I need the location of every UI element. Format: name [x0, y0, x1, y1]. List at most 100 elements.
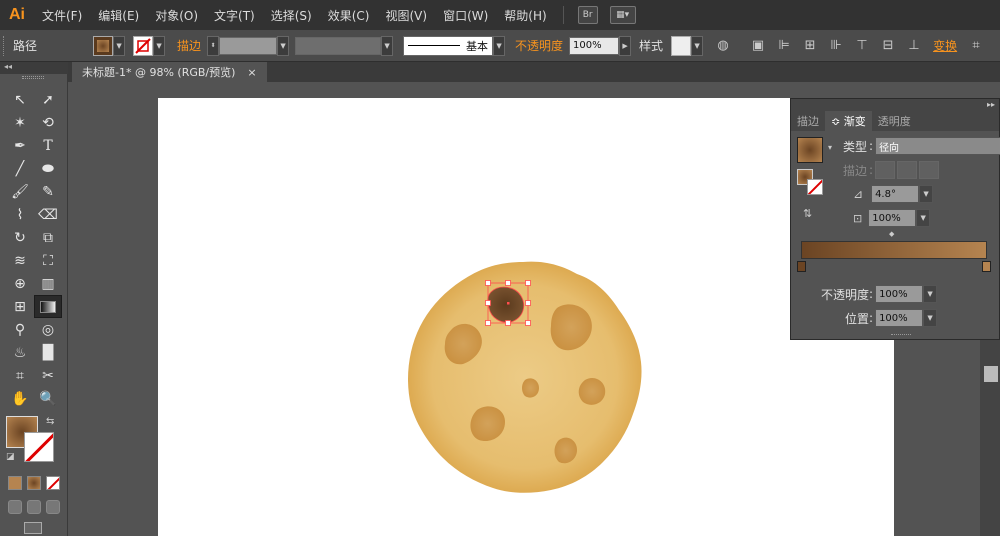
stroke-across-icon[interactable]	[919, 161, 940, 179]
bridge-button[interactable]: Br	[577, 6, 598, 24]
align-center-icon[interactable]: ⊞	[800, 36, 820, 56]
stroke-weight-stepper[interactable]: ⬍	[207, 35, 220, 56]
gradient-slider[interactable]	[801, 241, 987, 259]
transform-label[interactable]: 变换	[933, 37, 957, 54]
aspect-ratio-field[interactable]: 100%	[868, 209, 917, 227]
panel-collapse-icon[interactable]: ▸▸	[987, 100, 995, 109]
swap-icon[interactable]: ⇆	[46, 416, 54, 427]
default-colors-icon[interactable]: ◪	[6, 452, 15, 462]
menu-edit[interactable]: 编辑(E)	[90, 7, 147, 24]
eyedropper-icon[interactable]: ⚲	[6, 318, 34, 341]
brush-dropdown[interactable]: ▼	[493, 35, 506, 56]
hand-icon[interactable]: ✋	[6, 387, 34, 410]
paintbrush-icon[interactable]: 🖌	[6, 180, 34, 203]
align-bottom-icon[interactable]: ⊥	[904, 36, 924, 56]
menu-window[interactable]: 窗口(W)	[435, 7, 496, 24]
type-icon[interactable]: T	[34, 134, 62, 157]
align-top-icon[interactable]: ⊤	[852, 36, 872, 56]
menu-effect[interactable]: 效果(C)	[320, 7, 378, 24]
blend-icon[interactable]: ◎	[34, 318, 62, 341]
document-tab[interactable]: 未标题-1* @ 98% (RGB/预览) ×	[72, 62, 267, 82]
angle-dropdown[interactable]: ▼	[919, 185, 934, 203]
direct-selection-icon[interactable]: ➚	[34, 88, 62, 111]
graphic-style-swatch[interactable]	[671, 35, 692, 56]
gradient-stop-start[interactable]	[797, 261, 806, 272]
angle-field[interactable]: 4.8°	[871, 185, 920, 203]
scrollbar-thumb[interactable]	[984, 366, 998, 382]
variable-width-profile[interactable]	[295, 36, 382, 55]
artboard-icon[interactable]: ⌗	[6, 364, 34, 387]
tab-transparency[interactable]: 透明度	[872, 111, 917, 131]
tab-gradient[interactable]: ≎ 渐变	[825, 111, 872, 131]
rotate-icon[interactable]: ↻	[6, 226, 34, 249]
stroke-color-box[interactable]	[24, 432, 54, 462]
location-field[interactable]: 100%	[875, 309, 924, 327]
slice-icon[interactable]: ✂	[34, 364, 62, 387]
scale-icon[interactable]: ⧉	[34, 226, 62, 249]
stroke-dropdown[interactable]: ▼	[153, 35, 166, 56]
align-left-icon[interactable]: ⊫	[774, 36, 794, 56]
toolbar-header[interactable]: ◂◂	[0, 62, 68, 74]
stroke-swatch[interactable]	[133, 35, 154, 56]
screen-mode-icon[interactable]	[24, 522, 42, 534]
style-dropdown[interactable]: ▼	[691, 35, 704, 56]
ellipse-icon[interactable]: ⬬	[34, 157, 62, 180]
stroke-weight-field[interactable]	[219, 36, 278, 55]
none-mode-icon[interactable]	[46, 476, 60, 490]
draw-behind-icon[interactable]	[27, 500, 41, 514]
reverse-gradient-icon[interactable]: ⇅	[803, 207, 812, 220]
cookie-artwork[interactable]	[405, 258, 645, 494]
lasso-icon[interactable]: ⟲	[34, 111, 62, 134]
gradient-type-select[interactable]: 径向	[875, 137, 1000, 155]
recolor-artwork-icon[interactable]: ◍	[713, 36, 733, 56]
gradient-stop-end[interactable]	[982, 261, 991, 272]
pen-icon[interactable]: ✒	[6, 134, 34, 157]
menu-object[interactable]: 对象(O)	[147, 7, 206, 24]
blob-brush-icon[interactable]: ⌇	[6, 203, 34, 226]
menu-select[interactable]: 选择(S)	[263, 7, 320, 24]
menu-file[interactable]: 文件(F)	[34, 7, 90, 24]
collapse-icon[interactable]: ◂◂	[4, 62, 12, 71]
draw-normal-icon[interactable]	[8, 500, 22, 514]
stop-opacity-dropdown[interactable]: ▼	[923, 285, 938, 303]
align-right-icon[interactable]: ⊪	[826, 36, 846, 56]
free-transform-icon[interactable]: ⛶	[34, 249, 62, 272]
opacity-dropdown[interactable]: ▶	[619, 35, 632, 56]
close-icon[interactable]: ×	[247, 66, 256, 79]
fill-dropdown[interactable]: ▼	[113, 35, 126, 56]
tab-stroke[interactable]: 描边	[791, 111, 825, 131]
magic-wand-icon[interactable]: ✶	[6, 111, 34, 134]
align-middle-icon[interactable]: ⊟	[878, 36, 898, 56]
midpoint-diamond-icon[interactable]: ◆	[889, 230, 894, 238]
gradient-icon[interactable]	[34, 295, 62, 318]
panel-resize-grip[interactable]	[891, 334, 911, 337]
stroke-along-icon[interactable]	[897, 161, 918, 179]
stroke-label[interactable]: 描边	[177, 37, 201, 54]
symbol-sprayer-icon[interactable]: ♨	[6, 341, 34, 364]
stop-opacity-field[interactable]: 100%	[875, 285, 924, 303]
color-mode-icon[interactable]	[8, 476, 22, 490]
cookie-body[interactable]	[408, 261, 642, 493]
pencil-icon[interactable]: ✎	[34, 180, 62, 203]
menu-type[interactable]: 文字(T)	[206, 7, 263, 24]
warp-icon[interactable]: ≋	[6, 249, 34, 272]
gradient-preview-swatch[interactable]	[797, 137, 823, 163]
column-graph-icon[interactable]: ▐▌	[34, 341, 62, 364]
shape-builder-icon[interactable]: ⊕	[6, 272, 34, 295]
gradient-stroke-mini[interactable]	[807, 179, 823, 195]
panel-grip[interactable]	[22, 76, 44, 79]
selection-icon[interactable]: ↖	[6, 88, 34, 111]
gradient-presets-dropdown[interactable]: ▾	[828, 143, 832, 152]
fill-swatch[interactable]	[93, 35, 114, 56]
menu-view[interactable]: 视图(V)	[377, 7, 435, 24]
brush-definition-select[interactable]: 基本	[403, 35, 494, 56]
eraser-icon[interactable]: ⌫	[34, 203, 62, 226]
draw-inside-icon[interactable]	[46, 500, 60, 514]
stroke-within-icon[interactable]	[875, 161, 896, 179]
profile-dropdown[interactable]: ▼	[381, 35, 394, 56]
aspect-ratio-dropdown[interactable]: ▼	[916, 209, 931, 227]
mesh-icon[interactable]: ⊞	[6, 295, 34, 318]
perspective-grid-icon[interactable]: ▥	[34, 272, 62, 295]
line-icon[interactable]: ╱	[6, 157, 34, 180]
grip-handle[interactable]	[3, 35, 9, 56]
